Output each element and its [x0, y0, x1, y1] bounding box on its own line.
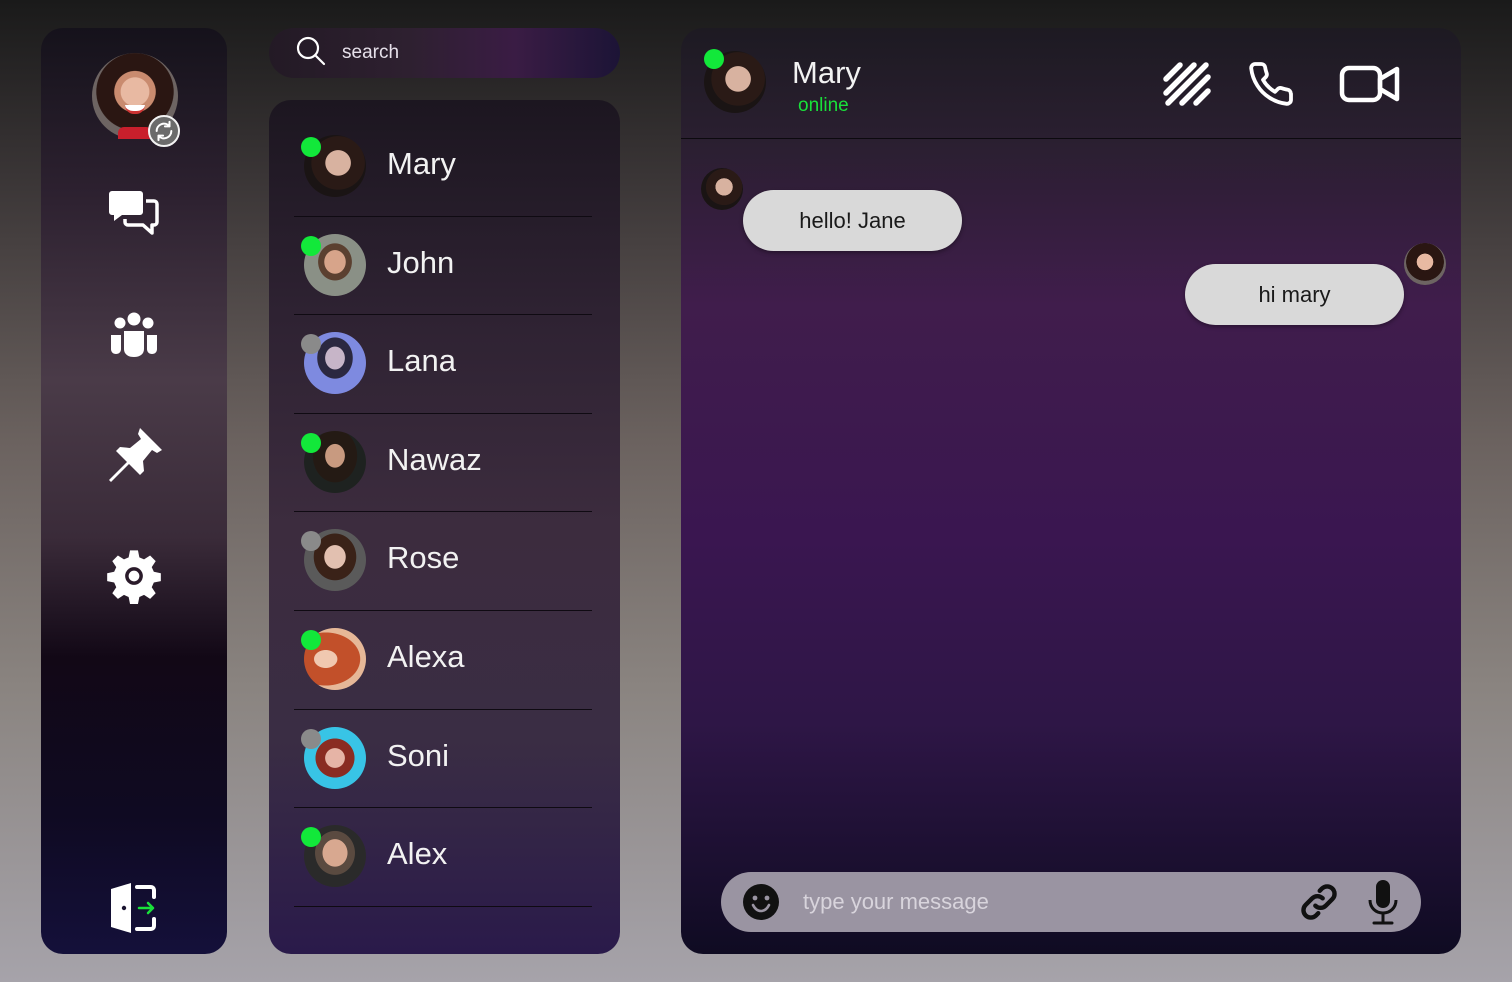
- sync-icon[interactable]: [148, 115, 180, 147]
- emoji-icon[interactable]: [741, 882, 781, 922]
- contact-name: Mary: [387, 146, 456, 181]
- message-avatar: [701, 168, 743, 210]
- logout-icon[interactable]: [104, 878, 164, 938]
- search-input[interactable]: search: [342, 42, 399, 64]
- contact-item-john[interactable]: John: [294, 217, 592, 316]
- status-dot: [704, 49, 724, 69]
- contact-item-alex[interactable]: Alex: [294, 808, 592, 907]
- message-bubble-sent[interactable]: hi mary: [1185, 264, 1404, 325]
- search-icon: [296, 36, 326, 70]
- chat-panel: Mary online hello! Jane hi mary type you…: [681, 28, 1461, 954]
- message-composer: [721, 872, 1421, 932]
- message-input[interactable]: [803, 884, 1273, 920]
- search-bar[interactable]: search: [269, 28, 620, 78]
- group-icon[interactable]: [104, 305, 164, 365]
- pin-icon[interactable]: [104, 426, 164, 486]
- contact-item-alexa[interactable]: Alexa: [294, 611, 592, 710]
- contact-name: Nawaz: [387, 441, 482, 477]
- status-dot: [301, 728, 321, 749]
- contact-name: John: [387, 244, 455, 280]
- video-camera-icon[interactable]: [1338, 56, 1402, 112]
- slash-pattern-icon[interactable]: [1159, 56, 1215, 112]
- contact-name: Lana: [387, 343, 456, 379]
- attachment-link-icon[interactable]: [1297, 880, 1341, 924]
- contact-item-nawaz[interactable]: Nawaz: [294, 414, 592, 513]
- sidebar: [41, 28, 227, 954]
- chat-bubbles-icon[interactable]: [104, 184, 164, 244]
- contact-name: Rose: [387, 540, 460, 576]
- contact-item-mary[interactable]: Mary: [294, 118, 592, 217]
- gear-icon[interactable]: [104, 546, 164, 606]
- phone-icon[interactable]: [1243, 56, 1299, 112]
- chat-contact-status: online: [798, 95, 849, 116]
- contact-name: Soni: [387, 737, 450, 773]
- contact-name: Alex: [387, 836, 448, 872]
- chat-contact-name: Mary: [792, 55, 861, 90]
- status-dot: [301, 629, 321, 650]
- message-avatar: [1404, 243, 1446, 285]
- status-dot: [301, 137, 321, 157]
- contact-name: Alexa: [387, 638, 465, 674]
- contact-list: Mary John Lana Nawaz Rose Alexa Soni Ale…: [269, 100, 620, 954]
- contact-item-soni[interactable]: Soni: [294, 710, 592, 809]
- contact-item-lana[interactable]: Lana: [294, 315, 592, 414]
- microphone-icon[interactable]: [1361, 878, 1405, 926]
- contact-item-rose[interactable]: Rose: [294, 512, 592, 611]
- status-dot: [301, 235, 321, 256]
- status-dot: [301, 432, 321, 453]
- message-bubble-received[interactable]: hello! Jane: [743, 190, 962, 251]
- chat-header: Mary online: [681, 28, 1461, 139]
